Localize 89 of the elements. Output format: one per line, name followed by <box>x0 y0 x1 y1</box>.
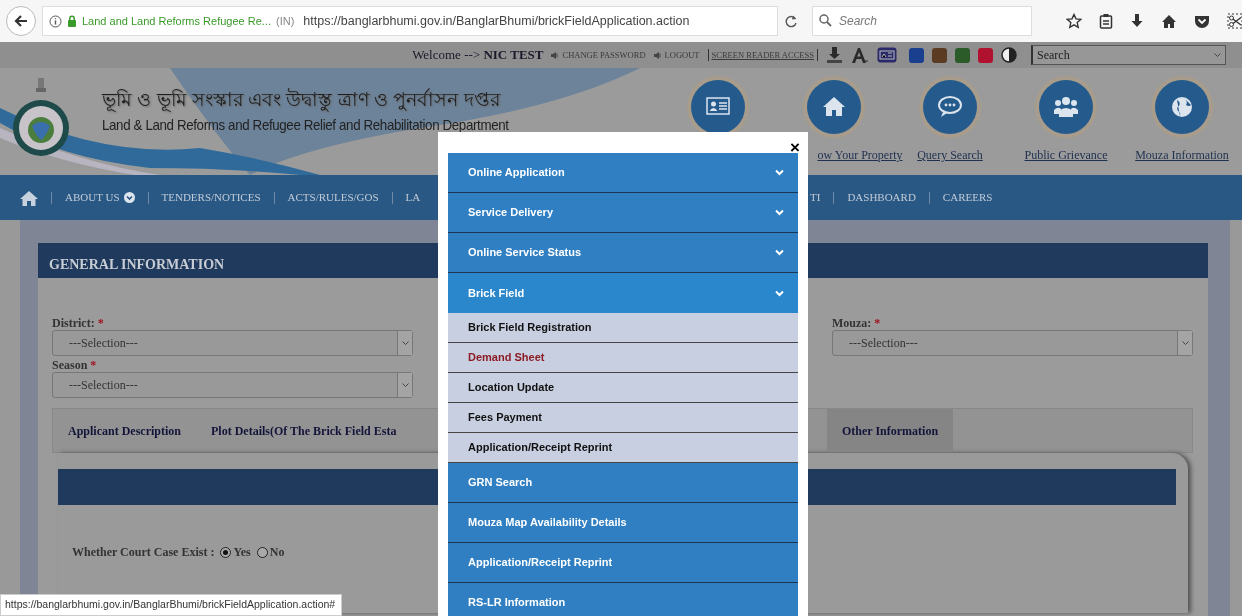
people-icon <box>1053 94 1079 120</box>
menu-item[interactable]: Service Delivery <box>448 193 798 233</box>
url-text: https://banglarbhumi.gov.in/BanglarBhumi/brickFieldApplication.action <box>303 12 690 30</box>
globe-icon <box>1169 94 1195 120</box>
submenu-item[interactable]: Application/Receipt Reprint <box>448 433 798 463</box>
info-icon <box>49 14 62 28</box>
caret-icon <box>1181 340 1189 346</box>
department-title: ভূমি ও ভূমি সংস্কার এবং উদ্বাস্তু ত্রাণ ও পুনর্বাসন দপ্তর <box>102 87 502 114</box>
chevron-down-icon <box>123 192 135 203</box>
back-arrow-icon <box>14 15 28 27</box>
chevron-icon <box>775 169 784 176</box>
tab[interactable]: Other Information <box>827 409 954 452</box>
screen-reader-link[interactable]: SCREEN READER ACCESS <box>707 48 818 62</box>
select-field[interactable]: ---Selection--- <box>52 372 413 398</box>
field-label: Season * <box>52 358 98 372</box>
pocket-icon[interactable] <box>1194 14 1210 28</box>
home-icon[interactable] <box>1161 13 1177 29</box>
quick-link[interactable]: Public Grievance <box>1024 146 1108 164</box>
select-field[interactable]: ---Selection--- <box>52 330 413 356</box>
theme-color-swatch[interactable] <box>978 47 993 63</box>
tab[interactable]: Plot Details(Of The Brick Field Esta <box>196 409 412 452</box>
radio-option[interactable]: No <box>256 543 285 561</box>
quick-link[interactable]: Query Search <box>917 146 983 164</box>
submenu-item[interactable]: Brick Field Registration <box>448 313 798 343</box>
font-size-icon[interactable] <box>851 46 869 64</box>
quick-link-button[interactable] <box>923 80 977 134</box>
close-button[interactable]: × <box>790 139 800 156</box>
question-label: Whether Court Case Exist : <box>72 544 215 561</box>
select-field[interactable]: ---Selection--- <box>832 330 1193 356</box>
nav-link[interactable]: CAREERS <box>942 189 993 206</box>
chevron-icon <box>775 209 784 216</box>
back-button[interactable] <box>6 6 36 36</box>
menu-item[interactable]: Brick Field <box>448 273 798 313</box>
caret-icon <box>401 340 409 346</box>
submenu-item[interactable]: Fees Payment <box>448 403 798 433</box>
nav-link[interactable]: ACTS/RULES/GOS <box>287 189 379 206</box>
field-label: District: * <box>52 316 105 330</box>
quick-link-button[interactable] <box>807 80 861 134</box>
quick-link[interactable]: Mouza Information <box>1135 146 1229 164</box>
top-link[interactable]: CHANGE PASSWORD <box>551 48 646 62</box>
search-select[interactable]: Search <box>1031 45 1226 65</box>
nav-link[interactable]: TI <box>810 189 821 206</box>
search-field[interactable]: Search <box>812 6 1032 36</box>
reload-icon[interactable] <box>784 14 798 28</box>
site-title: Land and Land Reforms Refugee Re... <box>82 13 271 29</box>
caret-icon <box>1214 52 1221 58</box>
theme-color-swatch[interactable] <box>932 47 947 63</box>
clipboard-icon[interactable] <box>1099 13 1113 29</box>
quick-link-button[interactable] <box>691 80 745 134</box>
id-card-icon[interactable] <box>877 47 897 63</box>
menu-item[interactable]: RS-LR Information <box>448 583 798 616</box>
tab[interactable]: Applicant Description <box>53 409 196 452</box>
menu-item[interactable]: Online Service Status <box>448 233 798 273</box>
nav-link[interactable]: ABOUT US <box>65 189 135 206</box>
field-label: Mouza: * <box>832 316 882 330</box>
quick-link-button[interactable] <box>1155 80 1209 134</box>
lock-icon <box>67 15 77 27</box>
caret-icon <box>401 382 409 388</box>
speaker-icon <box>653 51 662 59</box>
home-icon[interactable] <box>20 189 38 206</box>
scissors-icon[interactable] <box>1227 13 1242 29</box>
site-country: (IN) <box>275 13 295 29</box>
menu-item[interactable]: Mouza Map Availability Details <box>448 503 798 543</box>
radio-option[interactable]: Yes <box>220 543 251 561</box>
download-icon[interactable] <box>1130 13 1144 29</box>
menu-item[interactable]: Online Application <box>448 153 798 193</box>
menu-item[interactable]: Application/Receipt Reprint <box>448 543 798 583</box>
chat-icon <box>937 94 963 120</box>
theme-color-swatch[interactable] <box>909 47 924 63</box>
quick-link-button[interactable] <box>1039 80 1093 134</box>
welcome-text: Welcome --> NIC TEST <box>412 46 544 65</box>
submenu-item[interactable]: Location Update <box>448 373 798 403</box>
nav-link[interactable]: LA <box>405 189 421 206</box>
nav-link[interactable]: TENDERS/NOTICES <box>161 189 261 206</box>
chevron-icon <box>775 249 784 256</box>
theme-color-swatch[interactable] <box>955 47 970 63</box>
download-page-icon[interactable] <box>826 46 843 64</box>
address-bar[interactable]: Land and Land Reforms Refugee Re... (IN) https://banglarbhumi.gov.in/BanglarBhumi/brickFieldApplication.action <box>42 6 778 36</box>
contrast-icon[interactable] <box>1001 47 1017 63</box>
status-bar-url: https://banglarbhumi.gov.in/BanglarBhumi/brickFieldApplication.action# <box>0 594 343 616</box>
star-icon[interactable] <box>1066 13 1082 29</box>
nav-link[interactable]: DASHBOARD <box>847 189 916 206</box>
department-subtitle: Land & Land Reforms and Refugee Relief and Rehabilitation Department <box>102 115 509 135</box>
speaker-icon <box>551 51 560 59</box>
submenu-item[interactable]: Demand Sheet <box>448 343 798 373</box>
top-link[interactable]: LOGOUT <box>653 48 700 62</box>
chevron-icon <box>775 289 784 297</box>
quick-link[interactable]: ow Your Property <box>817 146 903 164</box>
menu-item[interactable]: GRN Search <box>448 463 798 503</box>
